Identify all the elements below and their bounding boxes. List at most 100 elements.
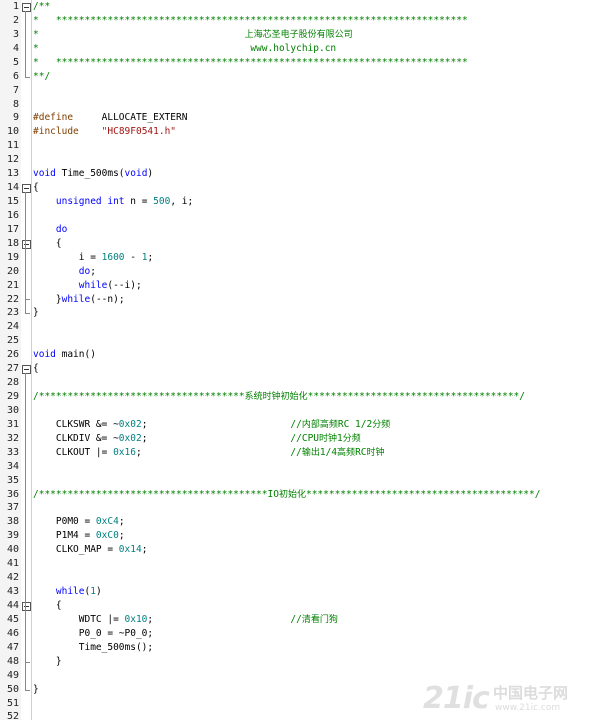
- code-line[interactable]: 45 WDTC |= 0x10; //清看门狗: [0, 613, 594, 627]
- code-line[interactable]: 7: [0, 84, 594, 98]
- code-token: ****************************************…: [305, 488, 541, 500]
- code-line[interactable]: 6 **/: [0, 70, 594, 84]
- code-line[interactable]: 39 P1M4 = 0xC0;: [0, 529, 594, 543]
- fold-end-marker: [25, 689, 30, 691]
- code-line[interactable]: 19 i = 1600 - 1;: [0, 251, 594, 265]
- code-token: ;: [147, 613, 291, 625]
- code-line[interactable]: 26 void main(): [0, 348, 594, 362]
- code-text: CLKDIV &= ~0x02; //CPU时钟1分频: [33, 432, 361, 447]
- code-line[interactable]: 15 unsigned int n = 500, i;: [0, 195, 594, 209]
- line-number: 45: [6, 613, 19, 625]
- code-line[interactable]: 23}: [0, 306, 594, 320]
- code-text: i = 1600 - 1;: [33, 251, 153, 265]
- code-line[interactable]: 28: [0, 376, 594, 390]
- code-line[interactable]: 46 P0_0 = ~P0_0;: [0, 627, 594, 641]
- code-token: {: [33, 237, 62, 249]
- code-line[interactable]: 18 {: [0, 237, 594, 251]
- code-line[interactable]: 1 /**: [0, 0, 594, 14]
- code-line[interactable]: 43 while(1): [0, 585, 594, 599]
- line-number: 33: [6, 446, 19, 458]
- code-token: *************************************/: [307, 391, 525, 403]
- code-line[interactable]: 44 {: [0, 599, 594, 613]
- code-line[interactable]: 5 * *************************************…: [0, 56, 594, 70]
- line-number: 11: [6, 140, 19, 152]
- code-token: ;: [118, 530, 125, 542]
- code-line[interactable]: 34: [0, 460, 594, 474]
- code-line[interactable]: 29 /************************************系…: [0, 390, 594, 404]
- code-line[interactable]: 8: [0, 98, 594, 112]
- code-line[interactable]: 37: [0, 501, 594, 515]
- code-line[interactable]: 10 #include "HC89F0541.h": [0, 125, 594, 139]
- code-line[interactable]: 48 }: [0, 655, 594, 669]
- line-number: 36: [6, 488, 19, 500]
- code-token: ;: [141, 418, 291, 430]
- line-number: 46: [6, 627, 19, 639]
- code-token: 清看门狗: [301, 614, 338, 625]
- code-token: CLKOUT |=: [33, 446, 114, 458]
- fold-collapse-icon[interactable]: [22, 365, 31, 375]
- code-text: Time_500ms();: [33, 641, 153, 655]
- fold-collapse-icon[interactable]: [22, 239, 31, 249]
- fold-collapse-icon[interactable]: [22, 601, 31, 611]
- code-line[interactable]: 40 CLKO_MAP = 0x14;: [0, 543, 594, 557]
- code-text: CLKOUT |= 0x16; //输出1/4高频RC时钟: [33, 446, 385, 461]
- code-line[interactable]: 4 * www.holychip.cn: [0, 42, 594, 56]
- fold-collapse-icon[interactable]: [22, 3, 31, 12]
- code-line[interactable]: 31 CLKSWR &= ~0x02; //内部高频RC 1/2分频: [0, 418, 594, 432]
- code-token: {: [33, 363, 39, 375]
- fold-guide-line: [25, 11, 26, 77]
- line-number: 15: [6, 196, 19, 208]
- code-line[interactable]: 35: [0, 474, 594, 488]
- code-editor[interactable]: 1 /** 2 * *********************************…: [0, 0, 594, 722]
- code-line[interactable]: 21 while(--i);: [0, 279, 594, 293]
- code-line[interactable]: 20 do;: [0, 265, 594, 279]
- code-line[interactable]: 17 do: [0, 223, 594, 237]
- code-token: CLKDIV &= ~: [33, 432, 119, 444]
- code-line[interactable]: 33 CLKOUT |= 0x16; //输出1/4高频RC时钟: [0, 446, 594, 460]
- code-token: 0x16: [113, 446, 136, 458]
- code-token: P0M0 =: [33, 516, 96, 528]
- code-text: do: [33, 223, 67, 237]
- code-line[interactable]: 12: [0, 153, 594, 167]
- line-number: 12: [6, 154, 19, 166]
- code-line[interactable]: 49: [0, 669, 594, 683]
- code-line[interactable]: 41: [0, 557, 594, 571]
- line-number: 10: [6, 126, 19, 138]
- code-line[interactable]: 30: [0, 404, 594, 418]
- code-line[interactable]: 14 {: [0, 181, 594, 195]
- line-number: 24: [6, 321, 19, 333]
- code-text: CLKO_MAP = 0x14;: [33, 543, 148, 557]
- line-number: 38: [6, 516, 19, 528]
- code-line[interactable]: 38 P0M0 = 0xC4;: [0, 515, 594, 529]
- code-line[interactable]: 3 * 上海芯圣电子股份有限公司: [0, 28, 594, 42]
- code-line[interactable]: 47 Time_500ms();: [0, 641, 594, 655]
- code-token: 0x14: [118, 544, 142, 556]
- code-token: ): [147, 168, 154, 180]
- code-line[interactable]: 42: [0, 571, 594, 585]
- code-line[interactable]: 16: [0, 209, 594, 223]
- code-line[interactable]: 27 {: [0, 362, 594, 376]
- code-text: }: [33, 655, 62, 669]
- code-line[interactable]: 11: [0, 139, 594, 153]
- code-text: }: [33, 306, 39, 320]
- code-line[interactable]: 22 }while(--n);: [0, 293, 594, 307]
- code-line[interactable]: 36 /*************************************…: [0, 488, 594, 502]
- code-text: * **************************************…: [33, 56, 468, 70]
- code-text: {: [33, 237, 62, 251]
- line-number: 47: [6, 641, 19, 653]
- code-token: }: [33, 293, 62, 305]
- code-line[interactable]: 13 void Time_500ms(void): [0, 167, 594, 181]
- code-line[interactable]: 24: [0, 320, 594, 334]
- line-number: 41: [6, 558, 19, 570]
- code-line[interactable]: 32 CLKDIV &= ~0x02; //CPU时钟1分频: [0, 432, 594, 446]
- code-line[interactable]: 2 * *************************************…: [0, 14, 594, 28]
- code-line[interactable]: 25: [0, 334, 594, 348]
- line-number: 29: [6, 391, 19, 403]
- line-number: 3: [12, 28, 19, 40]
- code-line[interactable]: 9 #define ALLOCATE_EXTERN: [0, 111, 594, 125]
- line-number: 18: [6, 237, 19, 249]
- fold-collapse-icon[interactable]: [22, 184, 31, 194]
